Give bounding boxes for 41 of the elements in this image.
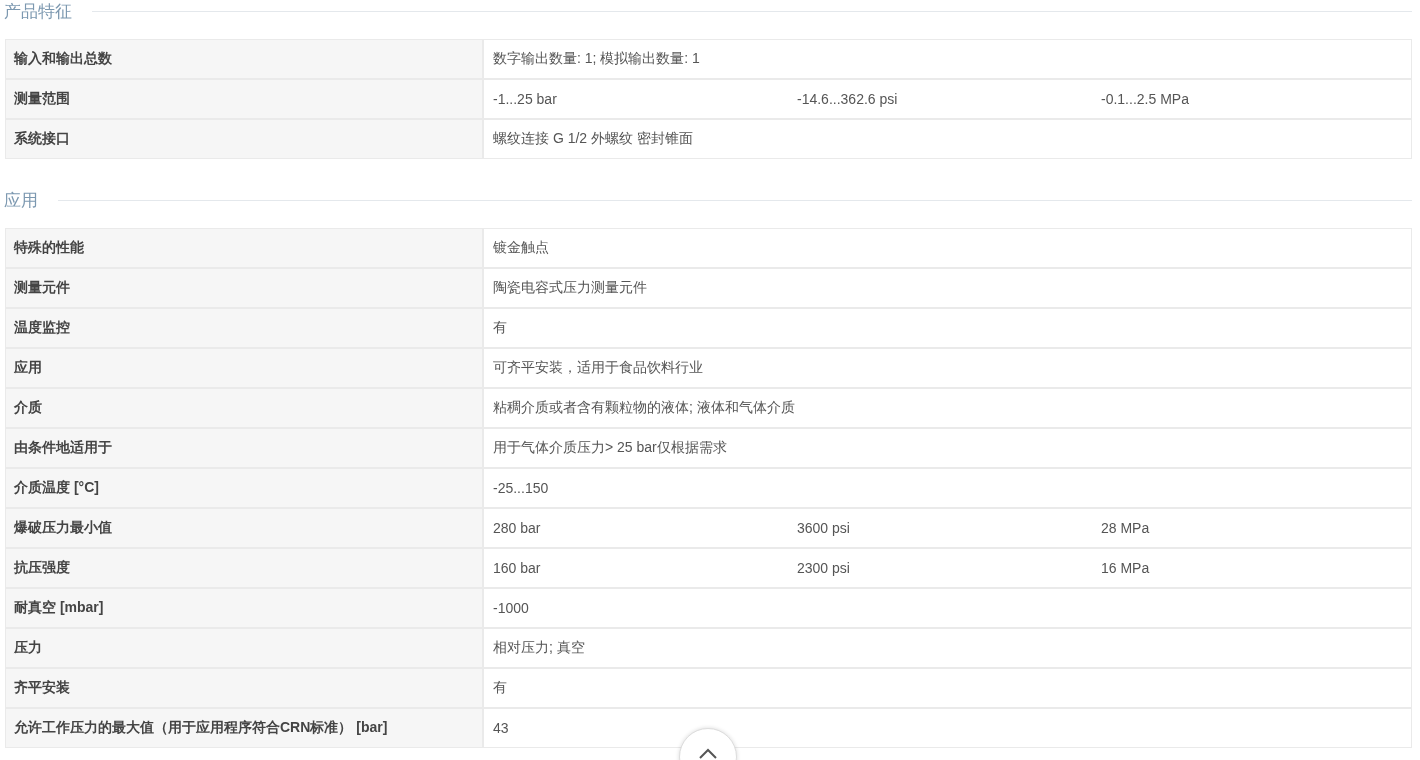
spec-label: 介质温度 [°C]: [6, 469, 484, 507]
spec-label: 耐真空 [mbar]: [6, 589, 484, 627]
spec-label: 应用: [6, 349, 484, 387]
spec-value: -1000: [493, 600, 530, 616]
spec-value: 数字输出数量: 1; 模拟输出数量: 1: [493, 50, 701, 68]
spec-label: 介质: [6, 389, 484, 427]
spec-label: 测量元件: [6, 269, 484, 307]
spec-label: 测量范围: [6, 80, 484, 118]
spec-value: 可齐平安装，适用于食品饮料行业: [493, 359, 704, 377]
spec-label: 允许工作压力的最大值（用于应用程序符合CRN标准） [bar]: [6, 709, 484, 747]
spec-label: 输入和输出总数: [6, 40, 484, 78]
spec-value: 16 MPa: [1101, 560, 1151, 576]
spec-value: -25...150: [493, 480, 550, 496]
spec-label: 温度监控: [6, 309, 484, 347]
chevron-up-icon: [698, 747, 718, 759]
spec-value: 相对压力; 真空: [493, 639, 586, 657]
spec-label: 系统接口: [6, 120, 484, 158]
spec-value: -0.1...2.5 MPa: [1101, 91, 1190, 107]
spec-value: 有: [493, 679, 508, 697]
spec-label: 特殊的性能: [6, 229, 484, 267]
spec-value: 陶瓷电容式压力测量元件: [493, 279, 648, 297]
spec-label: 由条件地适用于: [6, 429, 484, 467]
spec-label: 抗压强度: [6, 549, 484, 587]
spec-value: 3600 psi: [797, 520, 851, 536]
spec-value: 螺纹连接 G 1/2 外螺纹 密封锥面: [493, 130, 694, 148]
section-heading: 应用: [4, 189, 38, 212]
spec-value: 160 bar: [493, 560, 542, 576]
spec-value: 43: [493, 720, 510, 736]
spec-value: 2300 psi: [797, 560, 851, 576]
spec-value: 28 MPa: [1101, 520, 1151, 536]
spec-value: 用于气体介质压力> 25 bar仅根据需求: [493, 439, 728, 457]
spec-label: 爆破压力最小值: [6, 509, 484, 547]
spec-value: 有: [493, 319, 508, 337]
spec-value: 镀金触点: [493, 239, 550, 257]
section-heading: 产品特征: [4, 0, 72, 23]
spec-label: 齐平安装: [6, 669, 484, 707]
spec-value: 粘稠介质或者含有颗粒物的液体; 液体和气体介质: [493, 399, 796, 417]
spec-value: -14.6...362.6 psi: [797, 91, 899, 107]
spec-label: 压力: [6, 629, 484, 667]
spec-value: 280 bar: [493, 520, 542, 536]
spec-value: -1...25 bar: [493, 91, 558, 107]
